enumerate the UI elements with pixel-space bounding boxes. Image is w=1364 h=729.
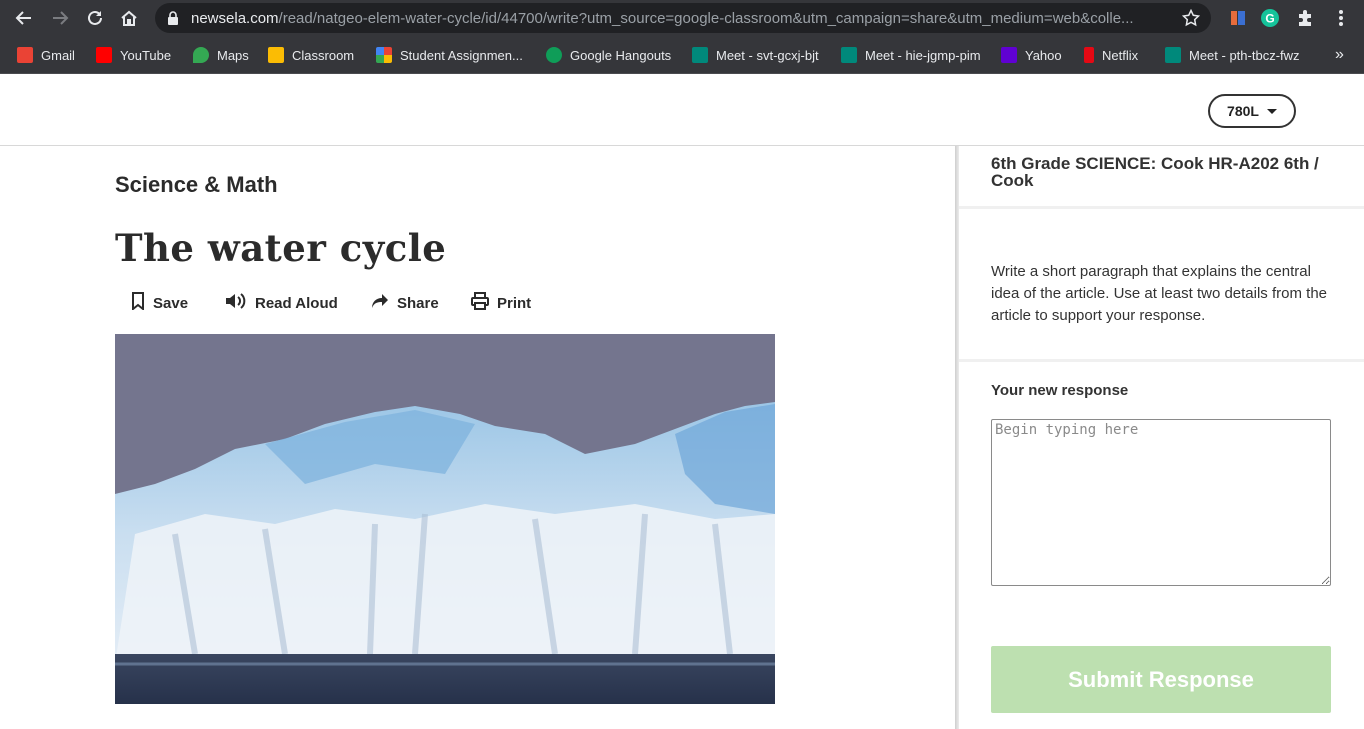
printer-icon <box>471 292 489 314</box>
bookmark-yahoo[interactable]: Yahoo <box>1001 46 1062 64</box>
assignments-icon <box>376 47 392 63</box>
class-name: 6th Grade SCIENCE: Cook HR-A202 6th / Co… <box>991 154 1319 190</box>
bookmark-icon <box>131 292 145 314</box>
bookmark-classroom[interactable]: Classroom <box>268 46 354 64</box>
extension-icon[interactable] <box>1226 6 1250 30</box>
browser-toolbar: newsela.com/read/natgeo-elem-water-cycle… <box>0 0 1364 36</box>
panel-divider <box>955 146 959 729</box>
reload-icon[interactable] <box>83 6 107 30</box>
bookmark-maps[interactable]: Maps <box>193 46 249 64</box>
read-aloud-button[interactable]: Read Aloud <box>225 293 338 313</box>
bookmark-gmail[interactable]: Gmail <box>17 46 75 64</box>
share-button[interactable]: Share <box>371 293 439 313</box>
bookmark-meet-1[interactable]: Meet - svt-gcxj-bjt <box>692 46 819 64</box>
bookmark-student-assignments[interactable]: Student Assignmen... <box>376 46 523 64</box>
menu-dots-icon[interactable] <box>1329 6 1353 30</box>
panel-separator <box>959 359 1364 362</box>
share-arrow-icon <box>371 293 389 313</box>
reading-level-label: 780L <box>1227 103 1259 119</box>
bookmark-meet-3[interactable]: Meet - pth-tbcz-fwz <box>1165 46 1300 64</box>
maps-icon <box>193 47 209 63</box>
svg-text:G: G <box>1265 12 1274 26</box>
forward-icon[interactable] <box>48 6 72 30</box>
article-hero-image <box>115 334 775 704</box>
submit-response-button[interactable]: Submit Response <box>991 646 1331 713</box>
meet-icon <box>1165 47 1181 63</box>
article-title: The water cycle <box>115 226 447 270</box>
response-textarea[interactable] <box>991 419 1331 586</box>
back-icon[interactable] <box>12 6 36 30</box>
response-label: Your new response <box>991 382 1129 399</box>
address-bar[interactable]: newsela.com/read/natgeo-elem-water-cycle… <box>155 3 1211 33</box>
youtube-icon <box>96 47 112 63</box>
bookmark-meet-2[interactable]: Meet - hie-jgmp-pim <box>841 46 981 64</box>
classroom-icon <box>268 47 284 63</box>
save-button[interactable]: Save <box>131 292 188 314</box>
panel-separator <box>959 206 1364 209</box>
more-bookmarks-icon[interactable]: » <box>1335 46 1344 64</box>
reading-level-button[interactable]: 780L <box>1208 94 1296 128</box>
bookmark-netflix[interactable]: Netflix <box>1084 46 1138 64</box>
article-category[interactable]: Science & Math <box>115 172 278 198</box>
bookmark-google-hangouts[interactable]: Google Hangouts <box>546 46 671 64</box>
grammarly-icon[interactable]: G <box>1258 6 1282 30</box>
bookmarks-bar: Gmail YouTube Maps Classroom Student Ass… <box>0 36 1364 74</box>
bookmark-youtube[interactable]: YouTube <box>96 46 171 64</box>
gmail-icon <box>17 47 33 63</box>
caret-down-icon <box>1266 108 1277 114</box>
puzzle-icon[interactable] <box>1293 6 1317 30</box>
meet-icon <box>841 47 857 63</box>
speaker-icon <box>225 292 247 314</box>
netflix-icon <box>1084 47 1094 63</box>
url-text: newsela.com/read/natgeo-elem-water-cycle… <box>191 10 1134 27</box>
hangouts-icon <box>546 47 562 63</box>
writing-prompt: Write a short paragraph that explains th… <box>991 263 1327 324</box>
print-button[interactable]: Print <box>471 292 531 314</box>
page-header: 780L <box>0 75 1364 146</box>
lock-icon <box>167 11 179 30</box>
star-icon[interactable] <box>1181 8 1201 32</box>
yahoo-icon <box>1001 47 1017 63</box>
meet-icon <box>692 47 708 63</box>
home-icon[interactable] <box>117 6 141 30</box>
